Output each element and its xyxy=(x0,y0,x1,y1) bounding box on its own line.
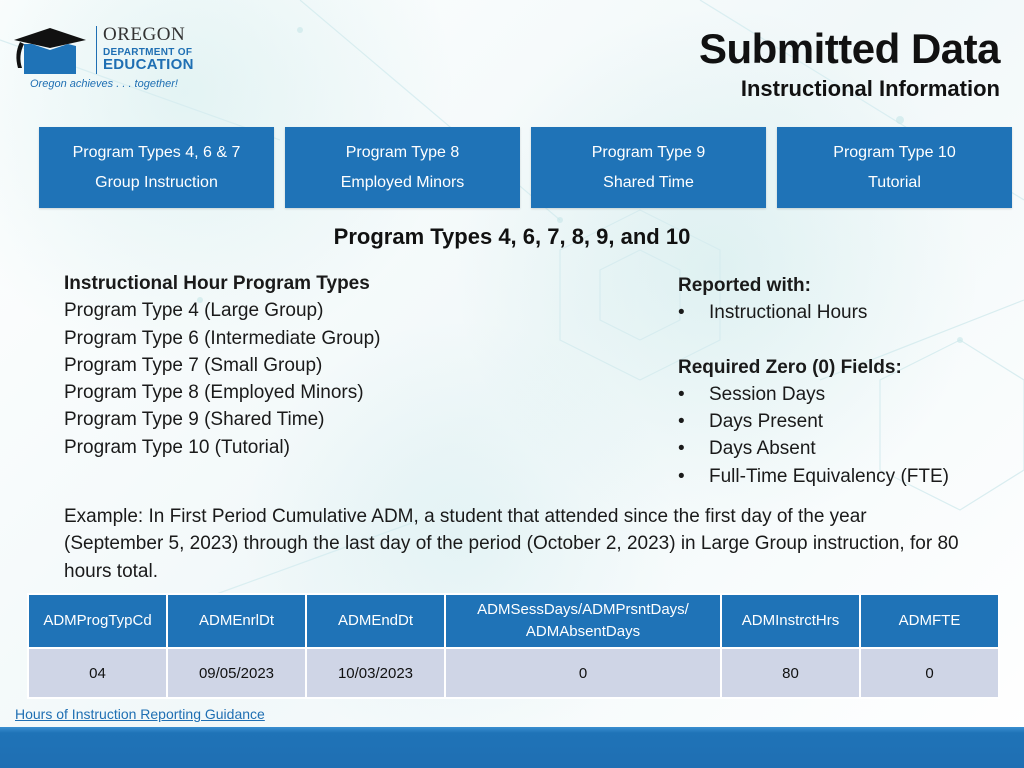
cell-end-dt: 10/03/2023 xyxy=(305,647,446,699)
program-types-list: Instructional Hour Program Types Program… xyxy=(64,270,380,461)
tile-title: Program Type 9 xyxy=(591,143,706,161)
tile-program-type-8[interactable]: Program Type 8 Employed Minors xyxy=(285,127,520,208)
reported-with-heading: Reported with: xyxy=(678,275,811,296)
tile-program-types-4-6-7[interactable]: Program Types 4, 6 & 7 Group Instruction xyxy=(39,127,274,208)
header-line-1: ADMSessDays/ADMPrsntDays/ xyxy=(477,601,689,618)
section-heading: Program Types 4, 6, 7, 8, 9, and 10 xyxy=(333,224,691,249)
hours-of-instruction-guidance-link[interactable]: Hours of Instruction Reporting Guidance xyxy=(15,706,265,722)
program-type-item: Program Type 10 (Tutorial) xyxy=(64,436,290,458)
program-type-item: Program Type 4 (Large Group) xyxy=(64,300,324,322)
program-type-item: Program Type 6 (Intermediate Group) xyxy=(64,327,381,349)
oregon-doe-logo: OREGON DEPARTMENT OF EDUCATION Oregon ac… xyxy=(8,22,198,94)
header-adm-fte: ADMFTE xyxy=(859,593,1000,649)
reporting-requirements: Reported with: Instructional Hours Requi… xyxy=(678,272,949,490)
table-row: 04 09/05/2023 10/03/2023 0 80 0 xyxy=(27,647,1000,699)
header-adm-instrct-hrs: ADMInstrctHrs xyxy=(720,593,861,649)
required-zero-heading: Required Zero (0) Fields: xyxy=(678,356,902,378)
tile-subtitle: Employed Minors xyxy=(340,173,465,191)
required-zero-item: Days Present xyxy=(678,408,949,436)
logo-tagline: Oregon achieves . . . together! xyxy=(30,78,178,90)
cell-prog-typ-cd: 04 xyxy=(27,647,168,699)
required-zero-item: Days Absent xyxy=(678,435,949,463)
header-adm-sess-prsnt-absent-days: ADMSessDays/ADMPrsntDays/ ADMAbsentDays xyxy=(444,593,722,649)
program-type-nav: Program Types 4, 6 & 7 Group Instruction… xyxy=(39,127,1012,208)
footer-band xyxy=(0,727,1024,768)
graduation-cap-oregon-icon xyxy=(14,28,86,74)
tile-title: Program Types 4, 6 & 7 xyxy=(72,143,241,161)
page-header: Submitted Data Instructional Information xyxy=(698,25,1001,102)
logo-divider xyxy=(96,26,97,74)
reported-with-item: Instructional Hours xyxy=(678,299,949,327)
header-adm-enrl-dt: ADMEnrlDt xyxy=(166,593,307,649)
program-type-item: Program Type 8 (Employed Minors) xyxy=(64,382,364,404)
required-zero-item: Full-Time Equivalency (FTE) xyxy=(678,463,949,491)
page-title: Submitted Data xyxy=(698,25,1001,72)
logo-oregon-text: OREGON xyxy=(103,24,186,45)
tile-subtitle: Shared Time xyxy=(603,173,694,191)
tile-program-type-10[interactable]: Program Type 10 Tutorial xyxy=(777,127,1012,208)
required-zero-item: Session Days xyxy=(678,381,949,409)
tile-title: Program Type 10 xyxy=(833,143,956,161)
cell-sess-prsnt-absent-days: 0 xyxy=(444,647,722,699)
tile-subtitle: Group Instruction xyxy=(95,173,218,191)
page-subtitle: Instructional Information xyxy=(740,76,1000,102)
tile-program-type-9[interactable]: Program Type 9 Shared Time xyxy=(531,127,766,208)
reported-with-list: Instructional Hours xyxy=(678,299,949,327)
required-zero-list: Session Days Days Present Days Absent Fu… xyxy=(678,381,949,490)
cell-fte: 0 xyxy=(859,647,1000,699)
cell-instrct-hrs: 80 xyxy=(720,647,861,699)
table-header-row: ADMProgTypCd ADMEnrlDt ADMEndDt ADMSessD… xyxy=(27,593,1000,649)
tile-subtitle: Tutorial xyxy=(868,173,921,191)
program-type-item: Program Type 7 (Small Group) xyxy=(64,354,323,376)
tile-title: Program Type 8 xyxy=(345,143,460,161)
example-text: Example: In First Period Cumulative ADM,… xyxy=(64,506,959,582)
adm-example-table: ADMProgTypCd ADMEnrlDt ADMEndDt ADMSessD… xyxy=(27,593,1000,699)
logo-education-text: EDUCATION xyxy=(103,56,194,73)
header-adm-end-dt: ADMEndDt xyxy=(305,593,446,649)
program-type-item: Program Type 9 (Shared Time) xyxy=(64,409,325,431)
cell-enrl-dt: 09/05/2023 xyxy=(166,647,307,699)
header-adm-prog-typ-cd: ADMProgTypCd xyxy=(27,593,168,649)
header-line-2: ADMAbsentDays xyxy=(525,623,641,640)
program-types-heading: Instructional Hour Program Types xyxy=(64,273,370,294)
